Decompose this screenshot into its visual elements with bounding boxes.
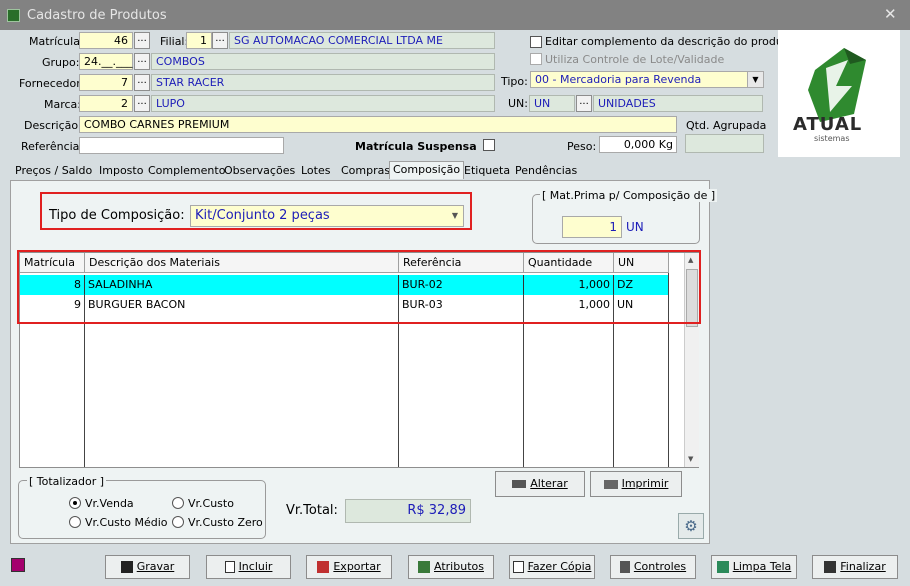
vr-total-label: Vr.Total:: [286, 503, 338, 518]
referencia-label: Referência:: [21, 140, 84, 153]
copy-icon: [512, 561, 524, 573]
editar-complemento-label: Editar complemento da descrição do produ…: [545, 35, 794, 48]
filial-lookup-button[interactable]: ...: [212, 32, 228, 49]
attributes-icon: [418, 561, 431, 573]
matricula-lookup-button[interactable]: ...: [134, 32, 150, 49]
incluir-button[interactable]: Incluir: [206, 555, 291, 579]
tab-compras[interactable]: Compras: [341, 164, 390, 177]
marca-label: Marca:: [44, 98, 82, 111]
tab-precos-saldo[interactable]: Preços / Saldo: [15, 164, 92, 177]
descricao-field[interactable]: COMBO CARNES PREMIUM: [79, 116, 677, 133]
peso-field[interactable]: 0,000 Kg: [599, 136, 677, 153]
peso-label: Peso:: [567, 140, 597, 153]
close-icon[interactable]: ✕: [884, 5, 897, 23]
new-document-icon: [224, 561, 235, 573]
atual-logo: ATUAL sistemas: [778, 30, 900, 157]
un-lookup-button[interactable]: ...: [576, 95, 592, 112]
logo-subtext: sistemas: [814, 134, 850, 143]
save-icon: [120, 561, 133, 573]
window-title: Cadastro de Produtos: [27, 8, 167, 23]
filial-label: Filial:: [160, 35, 189, 48]
scroll-down-icon[interactable]: ▼: [688, 455, 693, 463]
alterar-button[interactable]: Alterar: [495, 471, 585, 497]
fornecedor-name-field: STAR RACER: [151, 74, 495, 91]
matprima-unit: UN: [626, 220, 644, 234]
tab-imposto[interactable]: Imposto: [99, 164, 143, 177]
controls-icon: [619, 561, 630, 573]
tipo-composicao-select[interactable]: Kit/Conjunto 2 peças: [190, 205, 464, 227]
tab-etiqueta[interactable]: Etiqueta: [464, 164, 510, 177]
printer-icon: [603, 479, 618, 489]
filial-name-field: SG AUTOMACAO COMERCIAL LTDA ME: [229, 32, 495, 49]
matricula-label: Matrícula:: [29, 35, 84, 48]
limpa-tela-button[interactable]: Limpa Tela: [711, 555, 797, 579]
vr-total-field: R$ 32,89: [345, 499, 471, 523]
fornecedor-lookup-button[interactable]: ...: [134, 74, 150, 91]
status-icon: [11, 558, 25, 572]
chevron-down-icon[interactable]: ▼: [747, 72, 763, 87]
imprimir-button[interactable]: Imprimir: [590, 471, 682, 497]
tipo-composicao-label: Tipo de Composição:: [49, 208, 185, 223]
radio-vr-custo[interactable]: [172, 497, 184, 509]
fornecedor-code-field[interactable]: 7: [79, 74, 133, 91]
finalizar-button[interactable]: Finalizar: [812, 555, 898, 579]
editar-complemento-checkbox[interactable]: [530, 36, 542, 48]
grupo-code-field[interactable]: 24.__.___: [79, 53, 133, 70]
vr-venda-label: Vr.Venda: [85, 497, 134, 510]
suspensa-checkbox[interactable]: [483, 139, 495, 151]
grupo-name-field: COMBOS: [151, 53, 495, 70]
table-highlight: [17, 250, 701, 324]
lote-validade-checkbox[interactable]: [530, 53, 542, 65]
qtd-agrupada-field: [685, 134, 764, 153]
title-bar: Cadastro de Produtos ✕: [0, 0, 910, 30]
radio-vr-venda[interactable]: [69, 497, 81, 509]
marca-name-field: LUPO: [151, 95, 495, 112]
exit-icon: [824, 561, 837, 573]
vr-custo-medio-label: Vr.Custo Médio: [85, 516, 168, 529]
matricula-field[interactable]: 46: [79, 32, 133, 49]
vr-custo-zero-label: Vr.Custo Zero: [188, 516, 263, 529]
atributos-button[interactable]: Atributos: [408, 555, 494, 579]
edit-icon: [512, 480, 527, 488]
qtd-agrupada-label: Qtd. Agrupada: [686, 119, 767, 132]
radio-vr-custo-medio[interactable]: [69, 516, 81, 528]
vr-custo-label: Vr.Custo: [188, 497, 234, 510]
controles-button[interactable]: Controles: [610, 555, 696, 579]
un-name-field: UNIDADES: [593, 95, 763, 112]
tab-complemento[interactable]: Complemento: [148, 164, 225, 177]
fornecedor-label: Fornecedor:: [19, 77, 85, 90]
un-label: UN:: [508, 97, 528, 110]
matprima-field[interactable]: 1: [562, 216, 622, 238]
clear-screen-icon: [716, 561, 729, 573]
logo-text: ATUAL: [793, 114, 863, 135]
referencia-field[interactable]: [79, 137, 284, 154]
tab-pendencias[interactable]: Pendências: [515, 164, 577, 177]
app-icon: [7, 9, 20, 22]
suspensa-label: Matrícula Suspensa: [355, 140, 477, 153]
tipo-label: Tipo:: [501, 75, 528, 88]
descricao-label: Descrição:: [24, 119, 82, 132]
export-icon: [317, 561, 330, 573]
grupo-lookup-button[interactable]: ...: [134, 53, 150, 70]
totalizador-label: [ Totalizador ]: [27, 475, 107, 488]
exportar-button[interactable]: Exportar: [306, 555, 392, 579]
settings-gear-icon[interactable]: ⚙: [678, 513, 704, 539]
marca-lookup-button[interactable]: ...: [134, 95, 150, 112]
tab-lotes[interactable]: Lotes: [301, 164, 330, 177]
tab-composicao[interactable]: Composição: [389, 161, 465, 179]
fazer-copia-button[interactable]: Fazer Cópia: [509, 555, 595, 579]
lote-validade-label: Utiliza Controle de Lote/Validade: [545, 53, 725, 66]
un-code-field[interactable]: UN: [529, 95, 575, 112]
filial-code-field[interactable]: 1: [186, 32, 212, 49]
grupo-label: Grupo:: [42, 56, 80, 69]
marca-code-field[interactable]: 2: [79, 95, 133, 112]
matprima-label: [ Mat.Prima p/ Composição de ]: [540, 189, 718, 202]
gravar-button[interactable]: Gravar: [105, 555, 190, 579]
chevron-down-icon[interactable]: ▼: [447, 207, 463, 225]
radio-vr-custo-zero[interactable]: [172, 516, 184, 528]
tipo-select[interactable]: 00 - Mercadoria para Revenda: [530, 71, 764, 88]
tab-observacoes[interactable]: Observações: [224, 164, 295, 177]
